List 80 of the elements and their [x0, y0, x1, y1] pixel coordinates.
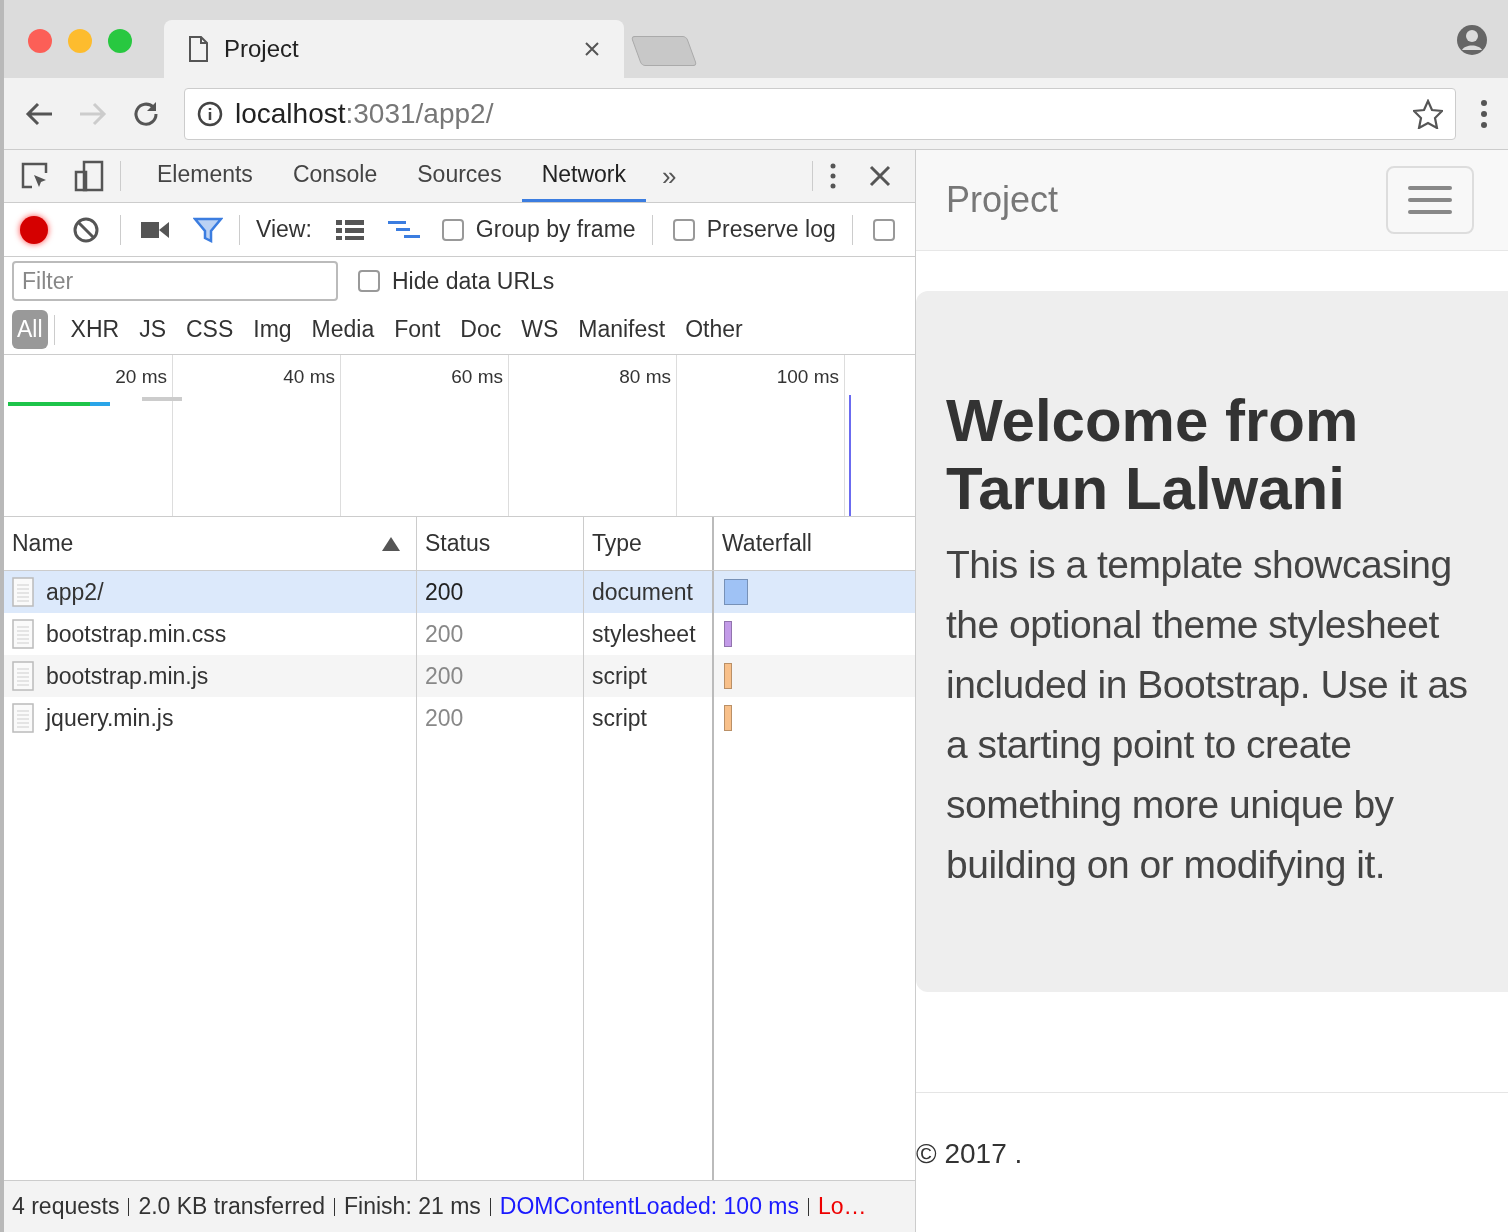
devtools-tab[interactable]: Console: [272, 150, 398, 202]
navbar-brand[interactable]: Project: [946, 173, 1059, 227]
clear-icon[interactable]: [72, 215, 100, 244]
bookmark-star-icon[interactable]: [1413, 98, 1443, 129]
type-filter[interactable]: Doc: [450, 312, 512, 347]
status-code: 200: [425, 661, 464, 691]
tick-label: 60 ms: [451, 365, 503, 389]
file-icon: [12, 577, 34, 607]
file-icon: [12, 703, 34, 733]
status-code: 200: [425, 703, 464, 733]
more-tabs-button[interactable]: »: [654, 156, 685, 196]
large-rows-icon[interactable]: [335, 218, 364, 241]
tick-label: 80 ms: [619, 365, 671, 389]
info-icon: [197, 100, 223, 127]
tick-label: 40 ms: [283, 365, 335, 389]
tick-label: 20 ms: [115, 365, 167, 389]
type-filter[interactable]: WS: [511, 312, 569, 347]
type-filter[interactable]: Manifest: [568, 312, 676, 347]
tick-label: 100 ms: [776, 365, 839, 389]
video-camera-icon[interactable]: [141, 219, 169, 240]
document-icon: [188, 36, 208, 62]
resource-type: stylesheet: [592, 619, 696, 649]
profile-icon[interactable]: [1456, 24, 1488, 56]
resource-type: document: [592, 577, 693, 607]
record-button[interactable]: [20, 215, 48, 244]
resource-type: script: [592, 661, 647, 691]
status-code: 200: [425, 619, 464, 649]
timing-bar: [142, 397, 182, 401]
status-text: DOMContentLoaded: 100 ms: [499, 1192, 799, 1222]
checkbox[interactable]: [872, 218, 895, 241]
type-filter[interactable]: CSS: [175, 312, 244, 347]
devtools-tab[interactable]: Elements: [137, 150, 273, 202]
type-filter[interactable]: Media: [301, 312, 385, 347]
column-header[interactable]: Name: [4, 517, 417, 570]
browser-tab[interactable]: Project: [164, 20, 624, 78]
overview-waterfall-icon[interactable]: [387, 218, 422, 241]
filter-field[interactable]: Filter: [12, 261, 338, 301]
checkbox[interactable]: Preserve log: [672, 212, 836, 247]
footer-copyright: © 2017 .: [916, 1138, 1023, 1169]
request-name: app2/: [46, 577, 104, 607]
tab-title: Project: [224, 34, 300, 64]
hide-data-urls-checkbox[interactable]: Hide data URLs: [358, 263, 555, 299]
type-filter[interactable]: Img: [243, 312, 302, 347]
devtools-tab[interactable]: Network: [521, 150, 646, 202]
checkbox[interactable]: Group by frame: [441, 212, 636, 247]
file-icon: [12, 661, 34, 691]
request-name: jquery.min.js: [46, 703, 174, 733]
column-header[interactable]: Status: [417, 517, 584, 570]
status-text: Lo…: [818, 1192, 867, 1222]
request-row[interactable]: bootstrap.min.js 200 script: [4, 655, 915, 697]
status-text: Finish: 21 ms: [344, 1192, 481, 1222]
status-text: 2.0 KB transferred: [138, 1192, 326, 1222]
view-label: View:: [256, 215, 312, 245]
lead-paragraph: This is a template showcasing the optional theme stylesheet included in Bootstrap. Use it as a starting point to create something more unique by building on or modifying it.: [946, 542, 1469, 888]
menu-icon[interactable]: [1480, 98, 1488, 129]
request-name: bootstrap.min.css: [46, 619, 227, 649]
resource-type: script: [592, 703, 647, 733]
filter-icon[interactable]: [193, 216, 223, 243]
navbar-toggle-button[interactable]: [1386, 166, 1474, 234]
status-code: 200: [425, 577, 464, 607]
column-header[interactable]: Waterfall: [714, 517, 915, 570]
type-filter[interactable]: Other: [675, 312, 753, 347]
request-name: bootstrap.min.js: [46, 661, 209, 691]
column-label: Name: [12, 529, 74, 559]
request-row[interactable]: app2/ 200 document: [4, 571, 915, 613]
more-options-icon[interactable]: [829, 161, 837, 191]
type-filter[interactable]: JS: [129, 312, 176, 347]
close-tab-icon[interactable]: [584, 41, 600, 57]
device-toolbar-icon[interactable]: [74, 160, 104, 192]
type-filter[interactable]: Font: [384, 312, 451, 347]
type-filter[interactable]: XHR: [60, 312, 130, 347]
devtools-tab[interactable]: Sources: [397, 150, 522, 202]
url-text: localhost:3031/app2/: [235, 96, 495, 131]
status-text: 4 requests: [12, 1192, 120, 1222]
back-icon[interactable]: [24, 100, 54, 127]
address-bar[interactable]: localhost:3031/app2/: [184, 87, 1456, 140]
inspect-icon[interactable]: [20, 161, 50, 191]
file-icon: [12, 619, 34, 649]
heading: Welcome from Tarun Lalwani: [946, 387, 1360, 523]
close-icon[interactable]: [869, 165, 891, 187]
